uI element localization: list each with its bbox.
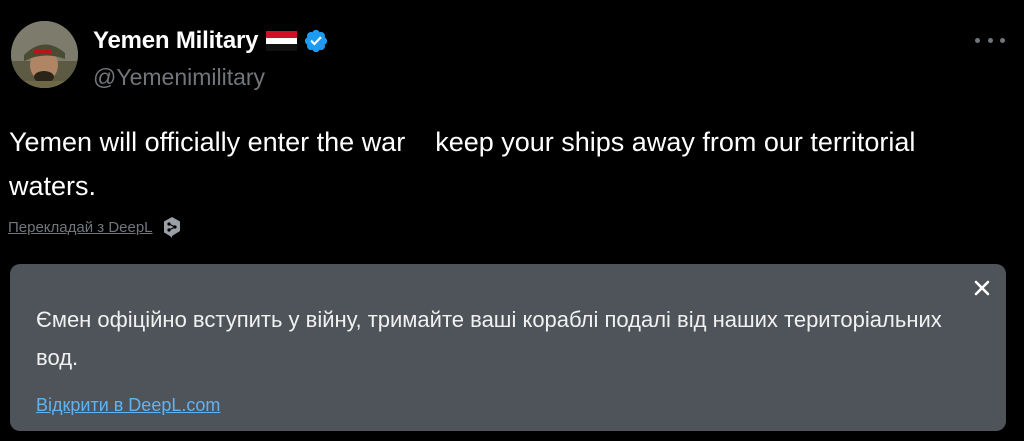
translate-row: Перекладай з DeepL: [8, 216, 182, 238]
author-handle[interactable]: @Yemenimilitary: [93, 64, 265, 91]
avatar[interactable]: [11, 21, 78, 88]
close-icon[interactable]: [972, 278, 992, 298]
author-name-row: Yemen Military: [93, 26, 329, 56]
tweet: Yemen Military @Yemenimilitary Yemen wil…: [0, 0, 1024, 441]
verified-badge-icon: [303, 28, 329, 54]
avatar-image: [11, 21, 78, 88]
translated-text: Ємен офіційно вступить у війну, тримайте…: [36, 307, 942, 370]
open-in-deepl-link[interactable]: Відкрити в DeepL.com: [36, 395, 220, 416]
more-options-icon[interactable]: [975, 30, 1005, 50]
author-display-name[interactable]: Yemen Military: [93, 27, 258, 55]
deepl-icon[interactable]: [162, 216, 182, 238]
yemen-flag-icon: [266, 31, 298, 51]
translate-with-deepl-link[interactable]: Перекладай з DeepL: [8, 219, 153, 236]
tweet-text: Yemen will officially enter the war keep…: [9, 127, 923, 201]
translation-card: Ємен офіційно вступить у війну, тримайте…: [10, 264, 1006, 431]
